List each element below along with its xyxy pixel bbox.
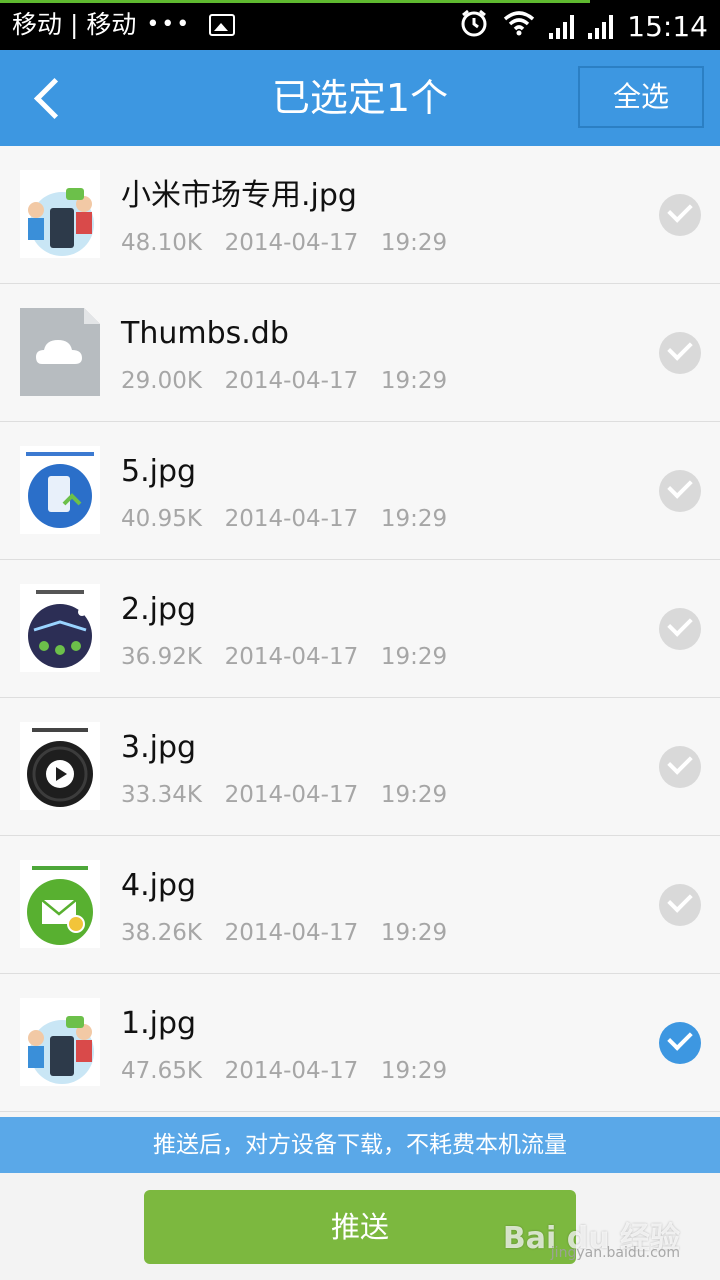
file-date: 2014-04-17 — [224, 782, 359, 808]
file-row[interactable]: 4.jpg 38.26K 2014-04-17 19:29 — [0, 836, 720, 974]
file-date: 2014-04-17 — [224, 230, 359, 256]
header-bar: 已选定1个 全选 — [0, 50, 720, 146]
progress-line — [0, 0, 590, 3]
watermark-url: jingyan.baidu.com — [550, 1245, 680, 1261]
file-meta: 40.95K 2014-04-17 19:29 — [121, 502, 447, 536]
file-row[interactable]: 2.jpg 36.92K 2014-04-17 19:29 — [0, 560, 720, 698]
file-time: 19:29 — [380, 1058, 448, 1084]
file-row[interactable]: 5.jpg 40.95K 2014-04-17 19:29 — [0, 422, 720, 560]
signal-1-icon — [549, 15, 575, 39]
file-size: 33.34K — [121, 782, 202, 808]
file-date: 2014-04-17 — [224, 1058, 359, 1084]
wifi-icon — [503, 10, 535, 44]
dark-circle-thumbnail — [20, 584, 100, 672]
file-list: 小米市场专用.jpg 48.10K 2014-04-17 19:29 Thumb… — [0, 146, 720, 1112]
people-phone-thumbnail — [20, 170, 100, 258]
checkbox-checkmark-icon[interactable] — [659, 470, 701, 512]
file-time: 19:29 — [380, 920, 448, 946]
file-time: 19:29 — [380, 230, 448, 256]
file-row[interactable]: Thumbs.db 29.00K 2014-04-17 19:29 — [0, 284, 720, 422]
file-time: 19:29 — [380, 644, 448, 670]
footer-bar: 推送 Bai du 经验 jingyan.baidu.com — [0, 1173, 720, 1280]
file-size: 36.92K — [121, 644, 202, 670]
file-name: 4.jpg — [121, 868, 197, 903]
file-name: Thumbs.db — [121, 316, 289, 351]
file-name: 5.jpg — [121, 454, 197, 489]
checkbox-checkmark-icon[interactable] — [659, 194, 701, 236]
file-name: 1.jpg — [121, 1006, 197, 1041]
file-date: 2014-04-17 — [224, 368, 359, 394]
file-size: 29.00K — [121, 368, 202, 394]
play-button-thumbnail — [20, 722, 100, 810]
file-name: 小米市场专用.jpg — [121, 178, 357, 213]
file-row[interactable]: 3.jpg 33.34K 2014-04-17 19:29 — [0, 698, 720, 836]
file-size: 40.95K — [121, 506, 202, 532]
file-date: 2014-04-17 — [224, 920, 359, 946]
file-row[interactable]: 1.jpg 47.65K 2014-04-17 19:29 — [0, 974, 720, 1112]
file-meta: 47.65K 2014-04-17 19:29 — [121, 1054, 447, 1088]
cloud-file-icon — [20, 308, 100, 396]
status-bar: 移动 | 移动 ••• 15:14 — [0, 0, 720, 50]
notification-dots: ••• — [146, 12, 192, 37]
file-meta: 38.26K 2014-04-17 19:29 — [121, 916, 447, 950]
file-time: 19:29 — [380, 368, 448, 394]
file-time: 19:29 — [380, 782, 448, 808]
file-name: 3.jpg — [121, 730, 197, 765]
checkbox-checked-icon[interactable] — [659, 1022, 701, 1064]
file-row[interactable]: 小米市场专用.jpg 48.10K 2014-04-17 19:29 — [0, 146, 720, 284]
file-size: 47.65K — [121, 1058, 202, 1084]
file-meta: 33.34K 2014-04-17 19:29 — [121, 778, 447, 812]
file-size: 48.10K — [121, 230, 202, 256]
file-meta: 36.92K 2014-04-17 19:29 — [121, 640, 447, 674]
carrier-label: 移动 | 移动 — [12, 10, 137, 39]
file-date: 2014-04-17 — [224, 644, 359, 670]
status-left: 移动 | 移动 ••• — [12, 8, 236, 42]
file-meta: 48.10K 2014-04-17 19:29 — [121, 226, 447, 260]
clock: 15:14 — [627, 10, 708, 43]
alarm-icon — [459, 8, 489, 46]
people-phone-thumbnail — [20, 998, 100, 1086]
status-right: 15:14 — [459, 8, 708, 46]
checkbox-checkmark-icon[interactable] — [659, 746, 701, 788]
image-notification-icon — [209, 14, 236, 36]
file-date: 2014-04-17 — [224, 506, 359, 532]
file-name: 2.jpg — [121, 592, 197, 627]
file-meta: 29.00K 2014-04-17 19:29 — [121, 364, 447, 398]
checkbox-checkmark-icon[interactable] — [659, 608, 701, 650]
file-size: 38.26K — [121, 920, 202, 946]
signal-2-icon — [588, 15, 614, 39]
blue-phone-thumbnail — [20, 446, 100, 534]
file-time: 19:29 — [380, 506, 448, 532]
select-all-button[interactable]: 全选 — [578, 66, 704, 128]
checkbox-checkmark-icon[interactable] — [659, 332, 701, 374]
tip-banner: 推送后，对方设备下载，不耗费本机流量 — [0, 1117, 720, 1173]
green-mail-thumbnail — [20, 860, 100, 948]
checkbox-checkmark-icon[interactable] — [659, 884, 701, 926]
